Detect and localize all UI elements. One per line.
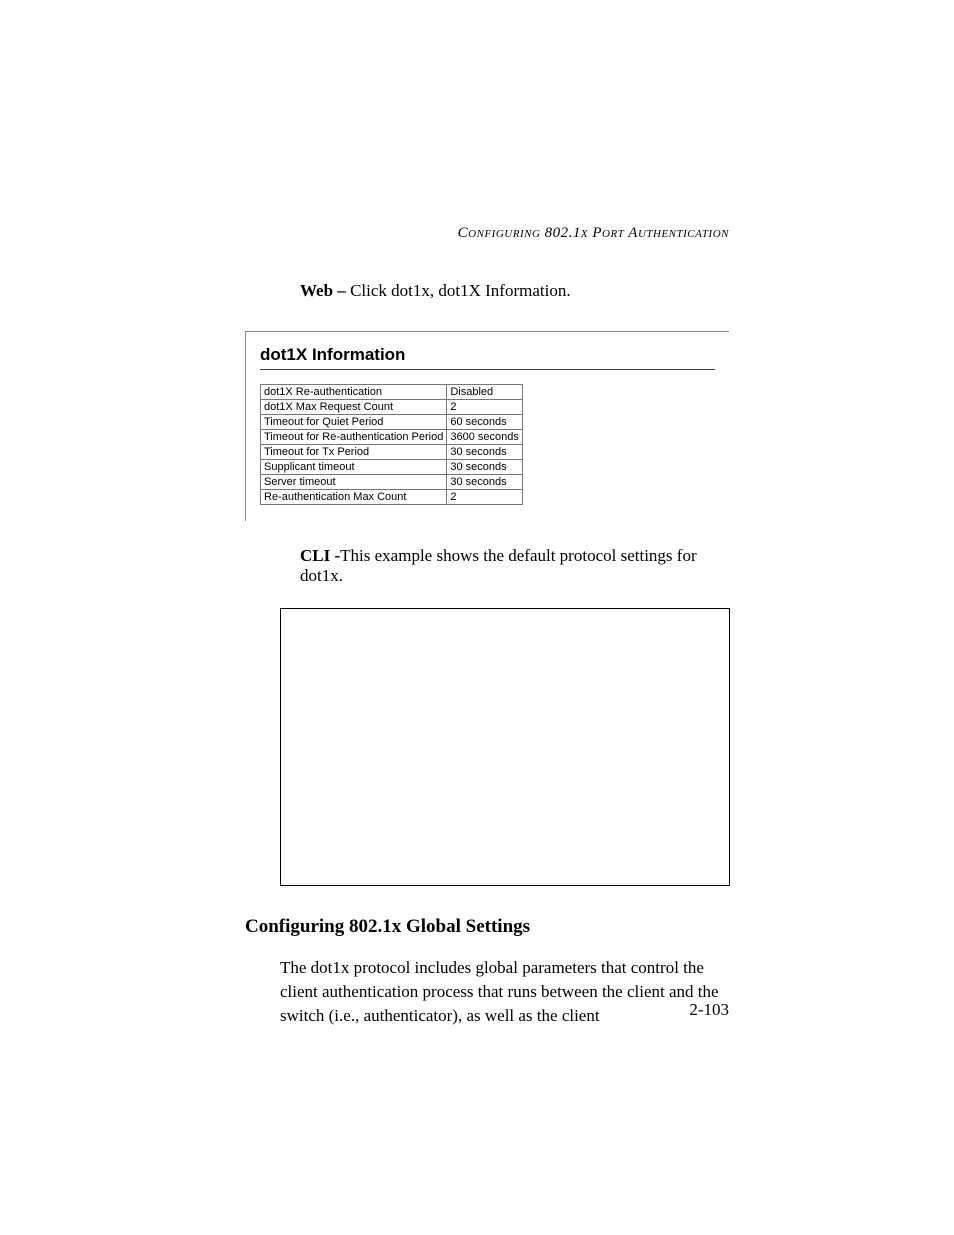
web-rest: Click dot1x, dot1X Information.: [346, 281, 571, 300]
section-heading: Configuring 802.1x Global Settings: [245, 916, 729, 938]
table-row: Timeout for Quiet Period 60 seconds: [261, 414, 523, 429]
table-row: Re-authentication Max Count 2: [261, 489, 523, 504]
cli-output-box: [280, 608, 730, 886]
cell-label: Timeout for Re-authentication Period: [261, 429, 447, 444]
cell-label: Timeout for Quiet Period: [261, 414, 447, 429]
table-row: Timeout for Re-authentication Period 360…: [261, 429, 523, 444]
cell-value: 60 seconds: [447, 414, 523, 429]
running-head: Configuring 802.1x Port Authentication: [458, 225, 729, 242]
cell-label: dot1X Max Request Count: [261, 399, 447, 414]
cell-value: 2: [447, 489, 523, 504]
table-row: Timeout for Tx Period 30 seconds: [261, 444, 523, 459]
section-body: The dot1x protocol includes global param…: [280, 956, 729, 1027]
cell-value: 30 seconds: [447, 474, 523, 489]
page: Configuring 802.1x Port Authentication W…: [0, 0, 954, 1235]
cell-value: Disabled: [447, 384, 523, 399]
table-row: Server timeout 30 seconds: [261, 474, 523, 489]
web-lead: Web –: [300, 281, 346, 300]
table-row: dot1X Re-authentication Disabled: [261, 384, 523, 399]
table-row: dot1X Max Request Count 2: [261, 399, 523, 414]
info-table: dot1X Re-authentication Disabled dot1X M…: [260, 384, 523, 505]
cell-value: 3600 seconds: [447, 429, 523, 444]
cell-label: Supplicant timeout: [261, 459, 447, 474]
cell-value: 30 seconds: [447, 444, 523, 459]
cell-label: dot1X Re-authentication: [261, 384, 447, 399]
cell-value: 30 seconds: [447, 459, 523, 474]
web-instruction: Web – Click dot1x, dot1X Information.: [300, 280, 729, 303]
cli-lead: CLI -: [300, 546, 340, 565]
panel-title: dot1X Information: [260, 345, 715, 365]
cell-label: Timeout for Tx Period: [261, 444, 447, 459]
panel-divider: [260, 369, 715, 370]
table-row: Supplicant timeout 30 seconds: [261, 459, 523, 474]
info-panel: dot1X Information dot1X Re-authenticatio…: [245, 331, 729, 521]
page-number: 2-103: [689, 1000, 729, 1020]
cell-value: 2: [447, 399, 523, 414]
cell-label: Re-authentication Max Count: [261, 489, 447, 504]
cli-instruction: CLI -This example shows the default prot…: [300, 546, 729, 586]
cell-label: Server timeout: [261, 474, 447, 489]
cli-rest: This example shows the default protocol …: [300, 546, 697, 585]
